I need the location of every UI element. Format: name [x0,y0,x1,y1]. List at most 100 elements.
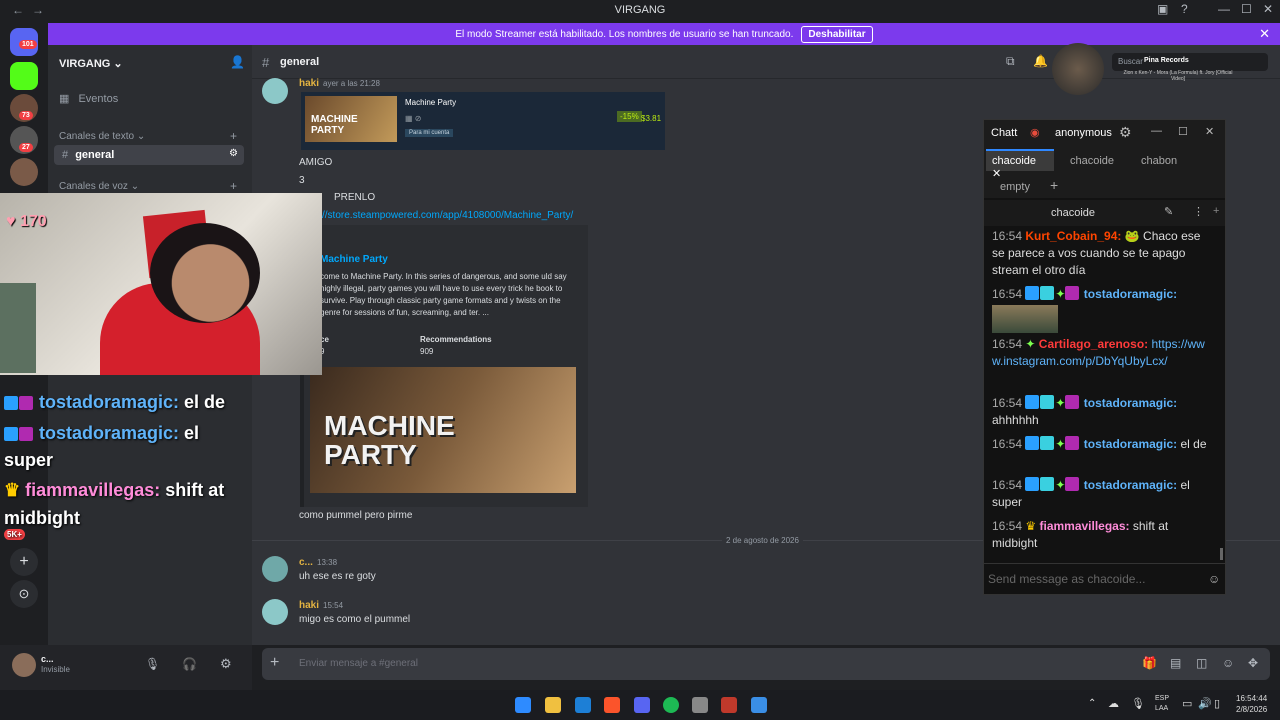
tray-cloud-icon[interactable]: ☁ [1108,697,1119,710]
tab-chacoide-active[interactable]: chacoide ✕ [986,149,1054,180]
add-split-icon[interactable]: + [1213,205,1219,217]
message-composer[interactable]: + Enviar mensaje a #general 🎁 ▤ ◫ ☺ ✥ [262,648,1270,680]
server-kick-icon[interactable] [10,62,38,90]
avatar[interactable] [262,78,288,104]
app-icon[interactable] [721,697,737,713]
tab-chacoide[interactable]: chacoide [1070,155,1114,167]
hash-icon: # [262,55,270,70]
clock-time[interactable]: 16:54:44 [1236,694,1267,703]
user-settings-gear-icon[interactable]: ⚙ [220,656,232,672]
apps-icon[interactable]: ✥ [1248,656,1258,670]
settings-gear-icon[interactable]: ⚙ [1119,124,1132,141]
embed-title[interactable]: Machine Party [320,254,388,265]
tray-chevron-icon[interactable]: ⌃ [1088,698,1096,709]
sticker-icon[interactable]: ◫ [1196,656,1207,670]
display-icon[interactable]: ▭ [1182,697,1192,710]
message-author[interactable]: c... [299,557,313,568]
notification-bell-icon[interactable]: 🔔 [1033,54,1048,68]
user-name: c... [41,654,54,664]
message-author[interactable]: haki [299,600,319,611]
channel-general[interactable]: # general ⚙ [54,145,244,165]
start-icon[interactable] [515,697,531,713]
chatterino-titlebar: Chatt ◉ anonymous ⚙ — ☐ ✕ [984,120,1225,146]
brave-browser-icon[interactable] [604,697,620,713]
more-options-icon[interactable]: ⋮ [1193,205,1204,218]
add-voice-channel-icon[interactable]: + [230,179,237,193]
avatar[interactable] [12,653,36,677]
channel-header: # general ⧉ 🔔 Buscar Pina Records Zion x… [252,43,1280,95]
events-item[interactable]: ▦ Eventos [59,92,118,105]
chatterino-icon[interactable] [751,697,767,713]
badge-icon [1025,286,1040,300]
add-attachment-icon[interactable]: + [270,654,279,672]
add-member-icon[interactable]: 👤 [230,55,245,69]
microphone-icon[interactable]: 🎙 [145,657,160,671]
chat-input[interactable]: Send message as chacoide... ☺ [984,563,1225,595]
help-icon[interactable]: ? [1181,2,1188,16]
disable-streamer-button[interactable]: Deshabilitar [801,25,873,43]
keyboard-language[interactable]: ESP [1155,695,1169,702]
avatar[interactable] [262,556,288,582]
embed-field-name: Recommendations [420,335,492,344]
streamer-mode-banner: El modo Streamer está habilitado. Los no… [48,23,1280,45]
server-name[interactable]: VIRGANG ⌄ [59,57,123,70]
bing-icon[interactable] [575,697,591,713]
embed-image[interactable]: MACHINE PARTY [310,367,576,493]
app-icon[interactable] [692,697,708,713]
close-icon[interactable]: ✕ [1205,125,1214,138]
message-author[interactable]: haki [299,78,319,89]
moderation-icon[interactable]: ✎ [1164,205,1173,218]
steam-account-button[interactable]: Para mi cuenta [405,129,454,137]
discord-icon[interactable] [634,697,650,713]
keyboard-layout[interactable]: LAA [1155,705,1168,712]
message-text: PRENLO [334,192,376,203]
gift-icon[interactable]: 🎁 [1142,656,1157,670]
battery-icon[interactable]: ▯ [1214,697,1220,710]
maximize-icon[interactable]: ☐ [1241,2,1252,16]
steam-link[interactable]: //store.steampowered.com/app/4108000/Mac… [322,210,573,221]
gif-icon[interactable]: ▤ [1170,656,1181,670]
tab-close-icon[interactable]: ✕ [992,168,1001,180]
emoji-icon[interactable]: ☺ [1222,656,1234,670]
voice-category[interactable]: Canales de voz ⌄ [59,181,139,192]
volume-icon[interactable]: 🔊 [1198,697,1212,710]
badge-icon [1065,286,1080,300]
tab-empty[interactable]: empty [1000,181,1030,193]
image-thumbnail[interactable] [992,305,1058,333]
settings-gear-icon[interactable]: ⚙ [229,148,238,159]
threads-icon[interactable]: ⧉ [1006,54,1015,69]
close-icon[interactable]: ✕ [1263,2,1273,16]
server-icon[interactable] [10,158,38,186]
window-title: VIRGANG [614,4,666,16]
text-category[interactable]: Canales de texto ⌄ [59,131,145,142]
avatar[interactable] [262,599,288,625]
spotify-icon[interactable] [663,697,679,713]
price-label: $3.81 [641,114,662,123]
minimize-icon[interactable]: — [1151,125,1162,137]
banner-close-icon[interactable]: ✕ [1259,26,1270,42]
chat-line: 16:54 ✦ Cartilago_arenoso: https://www.i… [992,337,1205,368]
chat-scrollbar[interactable] [1220,548,1223,560]
sparkle-badge-icon: ✦ [1055,287,1066,301]
headphones-icon[interactable]: 🎧 [182,657,197,671]
discover-icon[interactable]: ⊙ [10,580,38,608]
maximize-icon[interactable]: ☐ [1178,125,1188,138]
tray-mic-icon[interactable]: 🎙 [1131,697,1145,710]
platform-icons: ▦ ⊘ [405,114,422,123]
user-panel: c... Invisible 🎙 🎧 ⚙ [0,645,252,690]
account-name[interactable]: anonymous [1055,127,1112,139]
search-input[interactable]: Buscar [1112,53,1268,71]
overlay-chat-line: tostadoramagic: el [4,419,284,448]
file-explorer-icon[interactable] [545,697,561,713]
add-server-icon[interactable]: + [10,548,38,576]
clock-date[interactable]: 2/8/2026 [1236,705,1267,714]
emoji-icon[interactable]: ☺ [1208,572,1220,586]
minimize-icon[interactable]: — [1218,2,1230,16]
add-tab-icon[interactable]: + [1050,177,1058,193]
message-timestamp: 15:54 [323,601,344,610]
composer-placeholder: Enviar mensaje a #general [299,658,418,669]
add-channel-icon[interactable]: + [230,129,237,143]
inbox-icon[interactable]: ▣ [1157,2,1168,16]
tab-chabon[interactable]: chabon [1141,155,1177,167]
chat-line: 16:54 ✦ tostadoramagic: el de [992,436,1207,451]
